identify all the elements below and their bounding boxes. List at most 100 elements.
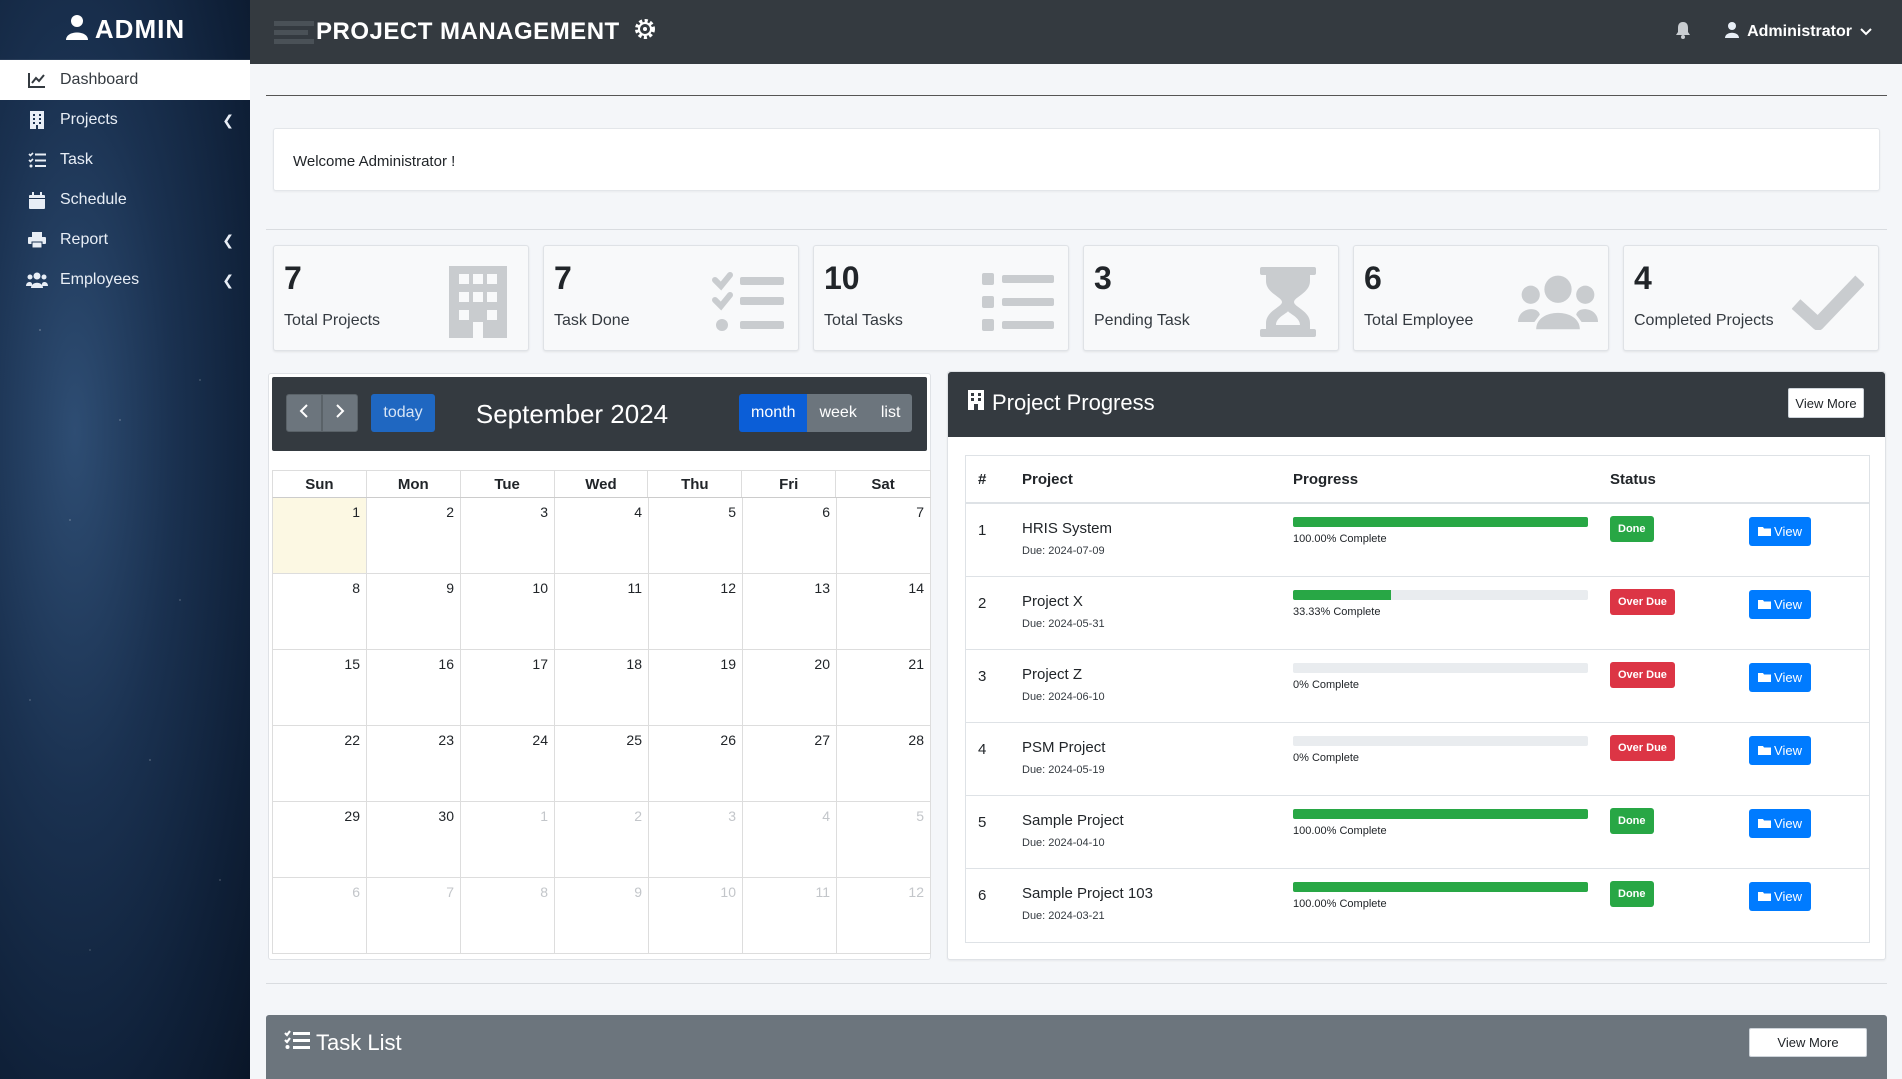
calendar-day[interactable]: 6 <box>743 498 837 573</box>
calendar-day-other-month[interactable]: 4 <box>743 802 837 877</box>
brand[interactable]: ADMIN <box>0 0 250 60</box>
calendar-day[interactable]: 26 <box>649 726 743 801</box>
calendar-day-other-month[interactable]: 7 <box>367 878 461 953</box>
sidebar-item-projects[interactable]: Projects ❮ <box>0 100 250 140</box>
calendar-day[interactable]: 20 <box>743 650 837 725</box>
calendar-day[interactable]: 30 <box>367 802 461 877</box>
calendar-day[interactable]: 23 <box>367 726 461 801</box>
calendar-day[interactable]: 27 <box>743 726 837 801</box>
project-progress-card: Project Progress View More # Project Pro… <box>947 371 1886 960</box>
status-badge: Done <box>1610 516 1654 542</box>
building-icon <box>438 262 518 342</box>
project-due: Due: 2024-05-31 <box>1022 618 1105 630</box>
view-button[interactable]: View <box>1749 736 1811 765</box>
table-row: 3 Project Z Due: 2024-06-10 0% Complete … <box>966 650 1869 723</box>
sidebar-item-task[interactable]: Task <box>0 140 250 180</box>
progress-text: 100.00% Complete <box>1293 533 1387 545</box>
task-list-title: Task List <box>284 1030 402 1056</box>
view-button[interactable]: View <box>1749 517 1811 546</box>
sidebar-item-schedule[interactable]: Schedule <box>0 180 250 220</box>
view-button[interactable]: View <box>1749 663 1811 692</box>
calendar-day-other-month[interactable]: 10 <box>649 878 743 953</box>
bell-icon[interactable] <box>1675 21 1691 44</box>
project-name: Sample Project <box>1022 812 1124 829</box>
calendar-day[interactable]: 8 <box>273 574 367 649</box>
calendar-day-other-month[interactable]: 6 <box>273 878 367 953</box>
project-due: Due: 2024-06-10 <box>1022 691 1105 703</box>
calendar-day-today[interactable]: 1 <box>273 498 367 573</box>
task-view-more-button[interactable]: View More <box>1749 1028 1867 1057</box>
calendar-week: 29 30 1 2 3 4 5 <box>272 802 931 878</box>
calendar-prev-button[interactable] <box>286 394 322 432</box>
weekday-label: Thu <box>648 471 743 497</box>
view-button[interactable]: View <box>1749 882 1811 911</box>
sidebar-item-dashboard[interactable]: Dashboard <box>0 60 250 100</box>
calendar-day[interactable]: 17 <box>461 650 555 725</box>
calendar-day-other-month[interactable]: 2 <box>555 802 649 877</box>
calendar-day[interactable]: 16 <box>367 650 461 725</box>
calendar-day[interactable]: 28 <box>837 726 931 801</box>
calendar-view-month[interactable]: month <box>739 394 808 432</box>
calendar-day-other-month[interactable]: 9 <box>555 878 649 953</box>
calendar-day[interactable]: 11 <box>555 574 649 649</box>
progress-text: 0% Complete <box>1293 679 1360 691</box>
calendar-view-week[interactable]: week <box>807 394 869 432</box>
progress-bar <box>1293 590 1588 600</box>
calendar-day[interactable]: 22 <box>273 726 367 801</box>
calendar-day[interactable]: 15 <box>273 650 367 725</box>
view-button[interactable]: View <box>1749 590 1811 619</box>
row-num: 3 <box>978 668 987 685</box>
project-view-more-button[interactable]: View More <box>1788 388 1864 418</box>
progress-text: 0% Complete <box>1293 752 1360 764</box>
building-icon <box>26 111 48 129</box>
calendar-day[interactable]: 13 <box>743 574 837 649</box>
calendar-icon <box>26 191 48 209</box>
row-num: 4 <box>978 741 987 758</box>
calendar-day[interactable]: 14 <box>837 574 931 649</box>
sidebar-item-label: Task <box>60 151 93 168</box>
calendar-day[interactable]: 3 <box>461 498 555 573</box>
calendar-day-other-month[interactable]: 5 <box>837 802 931 877</box>
row-num: 2 <box>978 595 987 612</box>
view-button[interactable]: View <box>1749 809 1811 838</box>
calendar-day-other-month[interactable]: 8 <box>461 878 555 953</box>
progress-text: 100.00% Complete <box>1293 898 1387 910</box>
progress-bar-fill <box>1293 517 1588 527</box>
project-due: Due: 2024-04-10 <box>1022 837 1105 849</box>
chevron-right-icon <box>335 403 345 423</box>
row-num: 1 <box>978 522 987 539</box>
stat-value: 10 <box>824 260 860 296</box>
calendar-today-button[interactable]: today <box>371 394 435 432</box>
calendar-day[interactable]: 10 <box>461 574 555 649</box>
calendar-day[interactable]: 21 <box>837 650 931 725</box>
table-row: 5 Sample Project Due: 2024-04-10 100.00%… <box>966 796 1869 869</box>
calendar-title: September 2024 <box>475 399 669 429</box>
calendar-day[interactable]: 24 <box>461 726 555 801</box>
calendar-next-button[interactable] <box>322 394 358 432</box>
tasks-icon <box>284 1030 310 1056</box>
user-menu[interactable]: Administrator <box>1725 21 1872 43</box>
progress-bar <box>1293 736 1588 746</box>
calendar-day[interactable]: 19 <box>649 650 743 725</box>
calendar-day[interactable]: 25 <box>555 726 649 801</box>
calendar-day[interactable]: 12 <box>649 574 743 649</box>
calendar-day[interactable]: 2 <box>367 498 461 573</box>
sidebar-item-employees[interactable]: Employees ❮ <box>0 260 250 300</box>
calendar-view-list[interactable]: list <box>868 394 913 432</box>
weekday-label: Fri <box>742 471 837 497</box>
calendar-day-other-month[interactable]: 11 <box>743 878 837 953</box>
folder-icon <box>1758 670 1772 685</box>
calendar-day[interactable]: 7 <box>837 498 931 573</box>
calendar-day[interactable]: 29 <box>273 802 367 877</box>
calendar-day[interactable]: 9 <box>367 574 461 649</box>
sidebar-item-report[interactable]: Report ❮ <box>0 220 250 260</box>
row-progress: 100.00% Complete <box>1293 882 1588 910</box>
header-progress: Progress <box>1293 470 1359 488</box>
calendar-day[interactable]: 5 <box>649 498 743 573</box>
calendar-day-other-month[interactable]: 1 <box>461 802 555 877</box>
calendar-day-other-month[interactable]: 3 <box>649 802 743 877</box>
calendar-day[interactable]: 18 <box>555 650 649 725</box>
row-num: 6 <box>978 887 987 904</box>
calendar-day[interactable]: 4 <box>555 498 649 573</box>
calendar-day-other-month[interactable]: 12 <box>837 878 931 953</box>
